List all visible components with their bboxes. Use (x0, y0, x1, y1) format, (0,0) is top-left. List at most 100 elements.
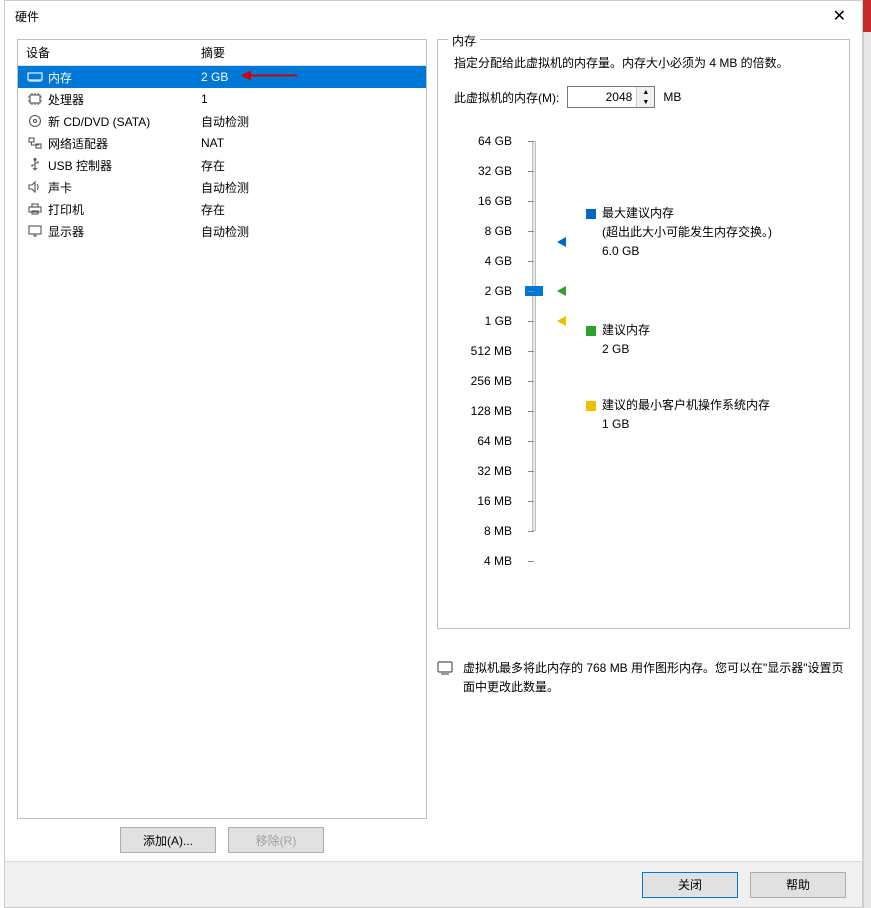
device-row-printer[interactable]: 打印机 存在 (18, 198, 426, 220)
marker-recommended-icon (556, 285, 568, 300)
legend-swatch (586, 401, 596, 411)
tick-label: 64 GB (454, 126, 520, 156)
list-header: 设备 摘要 (18, 40, 426, 66)
tick-label: 32 GB (454, 156, 520, 186)
legend-swatch (586, 209, 596, 219)
slider-tick (528, 501, 534, 502)
device-summary: 自动检测 (201, 113, 418, 130)
slider-tick (528, 321, 534, 322)
device-row-sound[interactable]: 声卡 自动检测 (18, 176, 426, 198)
close-icon[interactable]: ✕ (827, 6, 852, 26)
hardware-dialog: 硬件 ✕ 设备 摘要 内存 2 GB 处理器 1 新 CD/DVD (SATA)… (4, 0, 863, 908)
memory-input[interactable] (568, 87, 636, 107)
slider-tick (528, 411, 534, 412)
close-button[interactable]: 关闭 (642, 872, 738, 898)
network-icon (26, 135, 44, 151)
usb-icon (26, 157, 44, 173)
legend-column: 最大建议内存 (超出此大小可能发生内存交换。) 6.0 GB 建议内存 2 GB 建议的最… (582, 126, 833, 576)
marker-max-icon (556, 236, 568, 251)
slider-tick (528, 471, 534, 472)
tick-label: 128 MB (454, 396, 520, 426)
device-summary: 自动检测 (201, 179, 418, 196)
memory-input-label: 此虚拟机的内存(M): (454, 89, 559, 106)
tick-label: 4 GB (454, 246, 520, 276)
tick-label: 8 GB (454, 216, 520, 246)
device-name: 声卡 (48, 179, 201, 196)
device-name: 显示器 (48, 223, 201, 240)
help-button[interactable]: 帮助 (750, 872, 846, 898)
tick-label: 256 MB (454, 366, 520, 396)
legend-swatch (586, 326, 596, 336)
tick-label: 32 MB (454, 456, 520, 486)
slider-tick (528, 561, 534, 562)
device-summary: 存在 (201, 201, 418, 218)
left-panel: 设备 摘要 内存 2 GB 处理器 1 新 CD/DVD (SATA) 自动检测… (17, 39, 427, 853)
legend-value: 6.0 GB (602, 244, 639, 258)
device-list: 设备 摘要 内存 2 GB 处理器 1 新 CD/DVD (SATA) 自动检测… (17, 39, 427, 819)
legend-recommended: 建议内存 2 GB (586, 321, 650, 359)
device-row-disc[interactable]: 新 CD/DVD (SATA) 自动检测 (18, 110, 426, 132)
info-icon (437, 661, 453, 697)
device-summary: 2 GB (201, 70, 418, 84)
slider-tick (528, 231, 534, 232)
slider-tick (528, 441, 534, 442)
tick-labels: 64 GB32 GB16 GB8 GB4 GB2 GB1 GB512 MB256… (454, 126, 520, 576)
slider-track-column (520, 126, 550, 576)
slider-tick (528, 141, 534, 142)
cpu-icon (26, 91, 44, 107)
tick-label: 4 MB (454, 546, 520, 576)
device-row-display[interactable]: 显示器 自动检测 (18, 220, 426, 242)
device-name: 打印机 (48, 201, 201, 218)
slider-tick (528, 531, 534, 532)
right-panel: 内存 指定分配给此虚拟机的内存量。内存大小必须为 4 MB 的倍数。 此虚拟机的… (437, 39, 850, 853)
device-summary: 自动检测 (201, 223, 418, 240)
spin-down-icon[interactable]: ▼ (637, 97, 654, 107)
info-note-text: 虚拟机最多将此内存的 768 MB 用作图形内存。您可以在"显示器"设置页面中更… (463, 659, 850, 697)
spin-buttons: ▲ ▼ (636, 87, 654, 107)
legend-title: 最大建议内存 (602, 206, 674, 220)
slider-tick (528, 201, 534, 202)
device-row-usb[interactable]: USB 控制器 存在 (18, 154, 426, 176)
background-gray-stripe (863, 32, 871, 908)
tick-label: 1 GB (454, 306, 520, 336)
slider-tick (528, 351, 534, 352)
device-name: 网络适配器 (48, 135, 201, 152)
display-icon (26, 223, 44, 239)
sound-icon (26, 179, 44, 195)
slider-track[interactable] (532, 141, 536, 531)
slider-tick (528, 261, 534, 262)
dialog-title: 硬件 (15, 8, 39, 25)
marker-column (550, 126, 582, 576)
tick-label: 16 GB (454, 186, 520, 216)
legend-max: 最大建议内存 (超出此大小可能发生内存交换。) 6.0 GB (586, 204, 772, 262)
memory-description: 指定分配给此虚拟机的内存量。内存大小必须为 4 MB 的倍数。 (454, 54, 833, 72)
legend-title: 建议的最小客户机操作系统内存 (602, 398, 770, 412)
bottom-bar: 关闭 帮助 (5, 861, 862, 907)
header-device: 设备 (26, 44, 201, 61)
memory-spinbox[interactable]: ▲ ▼ (567, 86, 655, 108)
device-name: 内存 (48, 69, 201, 86)
spin-up-icon[interactable]: ▲ (637, 87, 654, 97)
slider-tick (528, 381, 534, 382)
marker-min-icon (556, 315, 568, 330)
legend-title: 建议内存 (602, 323, 650, 337)
device-row-cpu[interactable]: 处理器 1 (18, 88, 426, 110)
left-buttons: 添加(A)... 移除(R) (17, 827, 427, 853)
list-body: 内存 2 GB 处理器 1 新 CD/DVD (SATA) 自动检测 网络适配器… (18, 66, 426, 242)
tick-label: 512 MB (454, 336, 520, 366)
remove-button[interactable]: 移除(R) (228, 827, 324, 853)
slider-tick (528, 171, 534, 172)
device-name: USB 控制器 (48, 157, 201, 174)
fieldset-legend: 内存 (448, 32, 480, 49)
legend-note: (超出此大小可能发生内存交换。) (602, 225, 772, 239)
add-button[interactable]: 添加(A)... (120, 827, 216, 853)
legend-value: 2 GB (602, 342, 629, 356)
tick-label: 16 MB (454, 486, 520, 516)
device-name: 处理器 (48, 91, 201, 108)
device-summary: 1 (201, 92, 418, 106)
background-red-stripe (863, 0, 871, 32)
device-row-memory[interactable]: 内存 2 GB (18, 66, 426, 88)
tick-label: 2 GB (454, 276, 520, 306)
device-row-network[interactable]: 网络适配器 NAT (18, 132, 426, 154)
annotation-arrow-icon (239, 70, 299, 85)
